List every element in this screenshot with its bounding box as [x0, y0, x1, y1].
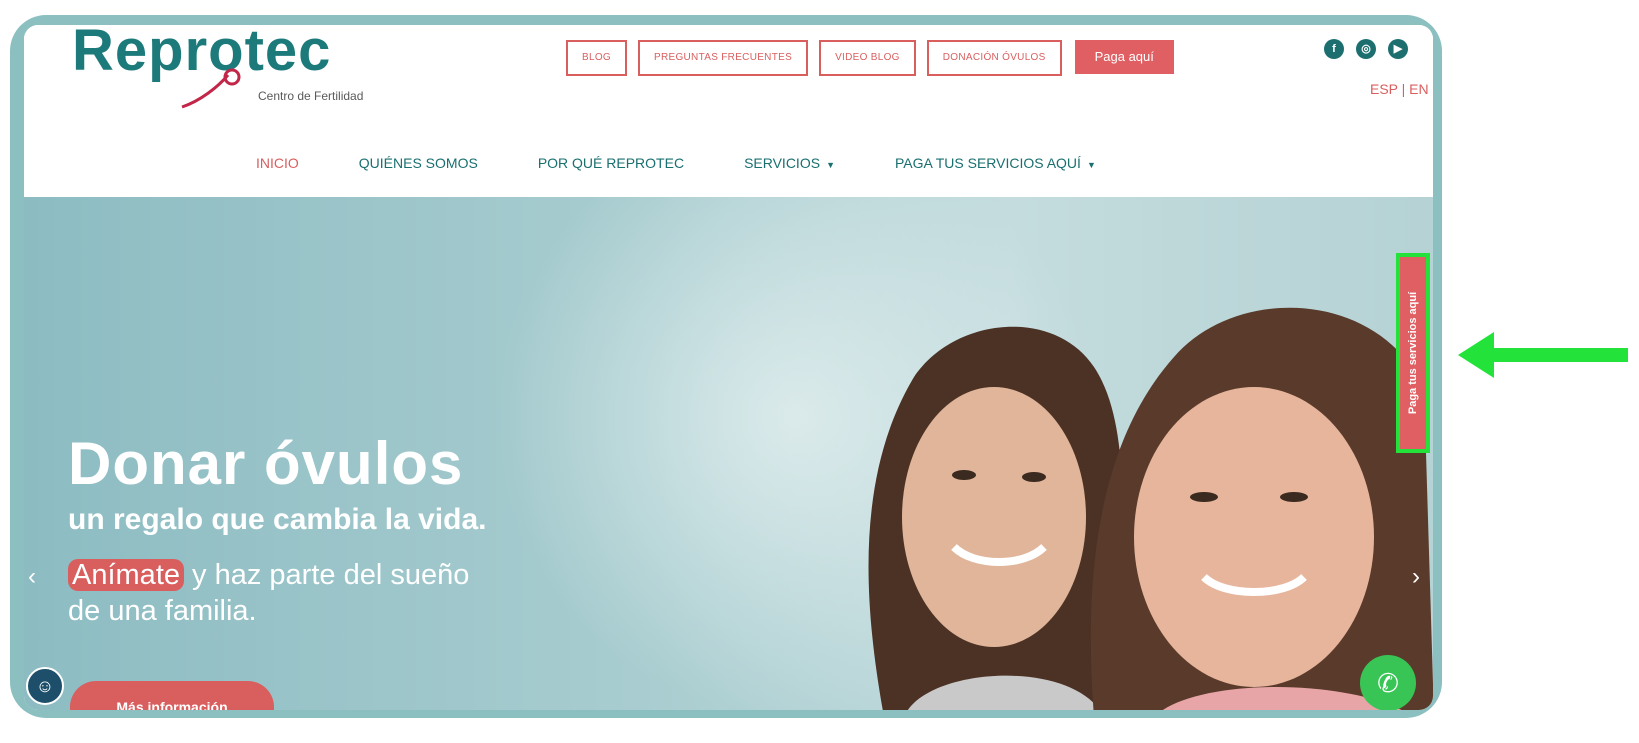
- hero-slider: Donar óvulos un regalo que cambia la vid…: [24, 197, 1433, 710]
- hero-highlight: Anímate: [68, 559, 184, 591]
- side-pay-tab[interactable]: Paga tus servicios aquí: [1396, 253, 1430, 453]
- top-link-faq[interactable]: PREGUNTAS FRECUENTES: [638, 40, 809, 76]
- top-link-donacion[interactable]: DONACIÓN ÓVULOS: [926, 40, 1062, 76]
- top-link-blog[interactable]: BLOG: [566, 40, 627, 76]
- social-links: f ◎ ▶: [1324, 39, 1408, 59]
- pay-here-button[interactable]: Paga aquí: [1074, 40, 1174, 74]
- hero-subtitle: un regalo que cambia la vida.: [68, 503, 487, 536]
- nav-servicios-label: SERVICIOS: [744, 155, 821, 171]
- nav-por-que-reprotec[interactable]: POR QUÉ REPROTEC: [538, 155, 684, 171]
- nav-inicio[interactable]: INICIO: [256, 155, 299, 171]
- logo[interactable]: Reprotec Centro de Fertilidad: [72, 25, 372, 109]
- side-pay-tab-label: Paga tus servicios aquí: [1407, 291, 1419, 415]
- language-switcher[interactable]: ESP | EN: [1370, 81, 1429, 97]
- browser-viewport: Reprotec Centro de Fertilidad BLOG PREGU…: [24, 25, 1433, 710]
- top-links: BLOG PREGUNTAS FRECUENTES VIDEO BLOG DON…: [566, 40, 1174, 76]
- slider-prev-icon[interactable]: ‹: [28, 563, 36, 591]
- arrow-left-icon: [1458, 332, 1628, 378]
- site-header: Reprotec Centro de Fertilidad BLOG PREGU…: [24, 25, 1433, 197]
- hero-line-1: Anímate y haz parte del sueño: [68, 559, 469, 592]
- hero-line-1-rest: y haz parte del sueño: [184, 559, 470, 591]
- nav-paga-label: PAGA TUS SERVICIOS AQUÍ: [894, 155, 1081, 171]
- top-link-video-blog[interactable]: VIDEO BLOG: [819, 40, 916, 76]
- nav-servicios[interactable]: SERVICIOS ▼: [744, 155, 835, 171]
- caret-down-icon: ▼: [826, 160, 835, 170]
- youtube-icon[interactable]: ▶: [1388, 39, 1408, 59]
- caret-down-icon: ▼: [1086, 160, 1096, 170]
- screenshot-frame: Reprotec Centro de Fertilidad BLOG PREGU…: [10, 15, 1442, 718]
- hero-photo: [868, 307, 1433, 710]
- hero-title: Donar óvulos: [68, 430, 464, 497]
- facebook-icon[interactable]: f: [1324, 39, 1344, 59]
- hero-line-2: de una familia.: [68, 595, 257, 627]
- nav-quienes-somos[interactable]: QUIÉNES SOMOS: [359, 155, 478, 171]
- nav-paga-servicios[interactable]: PAGA TUS SERVICIOS AQUÍ ▼: [895, 155, 1096, 171]
- instagram-icon[interactable]: ◎: [1356, 39, 1376, 59]
- slider-next-icon[interactable]: ›: [1412, 563, 1420, 591]
- main-nav: INICIO QUIÉNES SOMOS POR QUÉ REPROTEC SE…: [256, 155, 1156, 171]
- more-info-button[interactable]: Más información: [70, 681, 274, 710]
- accessibility-icon[interactable]: ☺: [26, 667, 64, 705]
- whatsapp-icon[interactable]: ✆: [1360, 655, 1416, 710]
- logo-tagline: Centro de Fertilidad: [258, 89, 364, 103]
